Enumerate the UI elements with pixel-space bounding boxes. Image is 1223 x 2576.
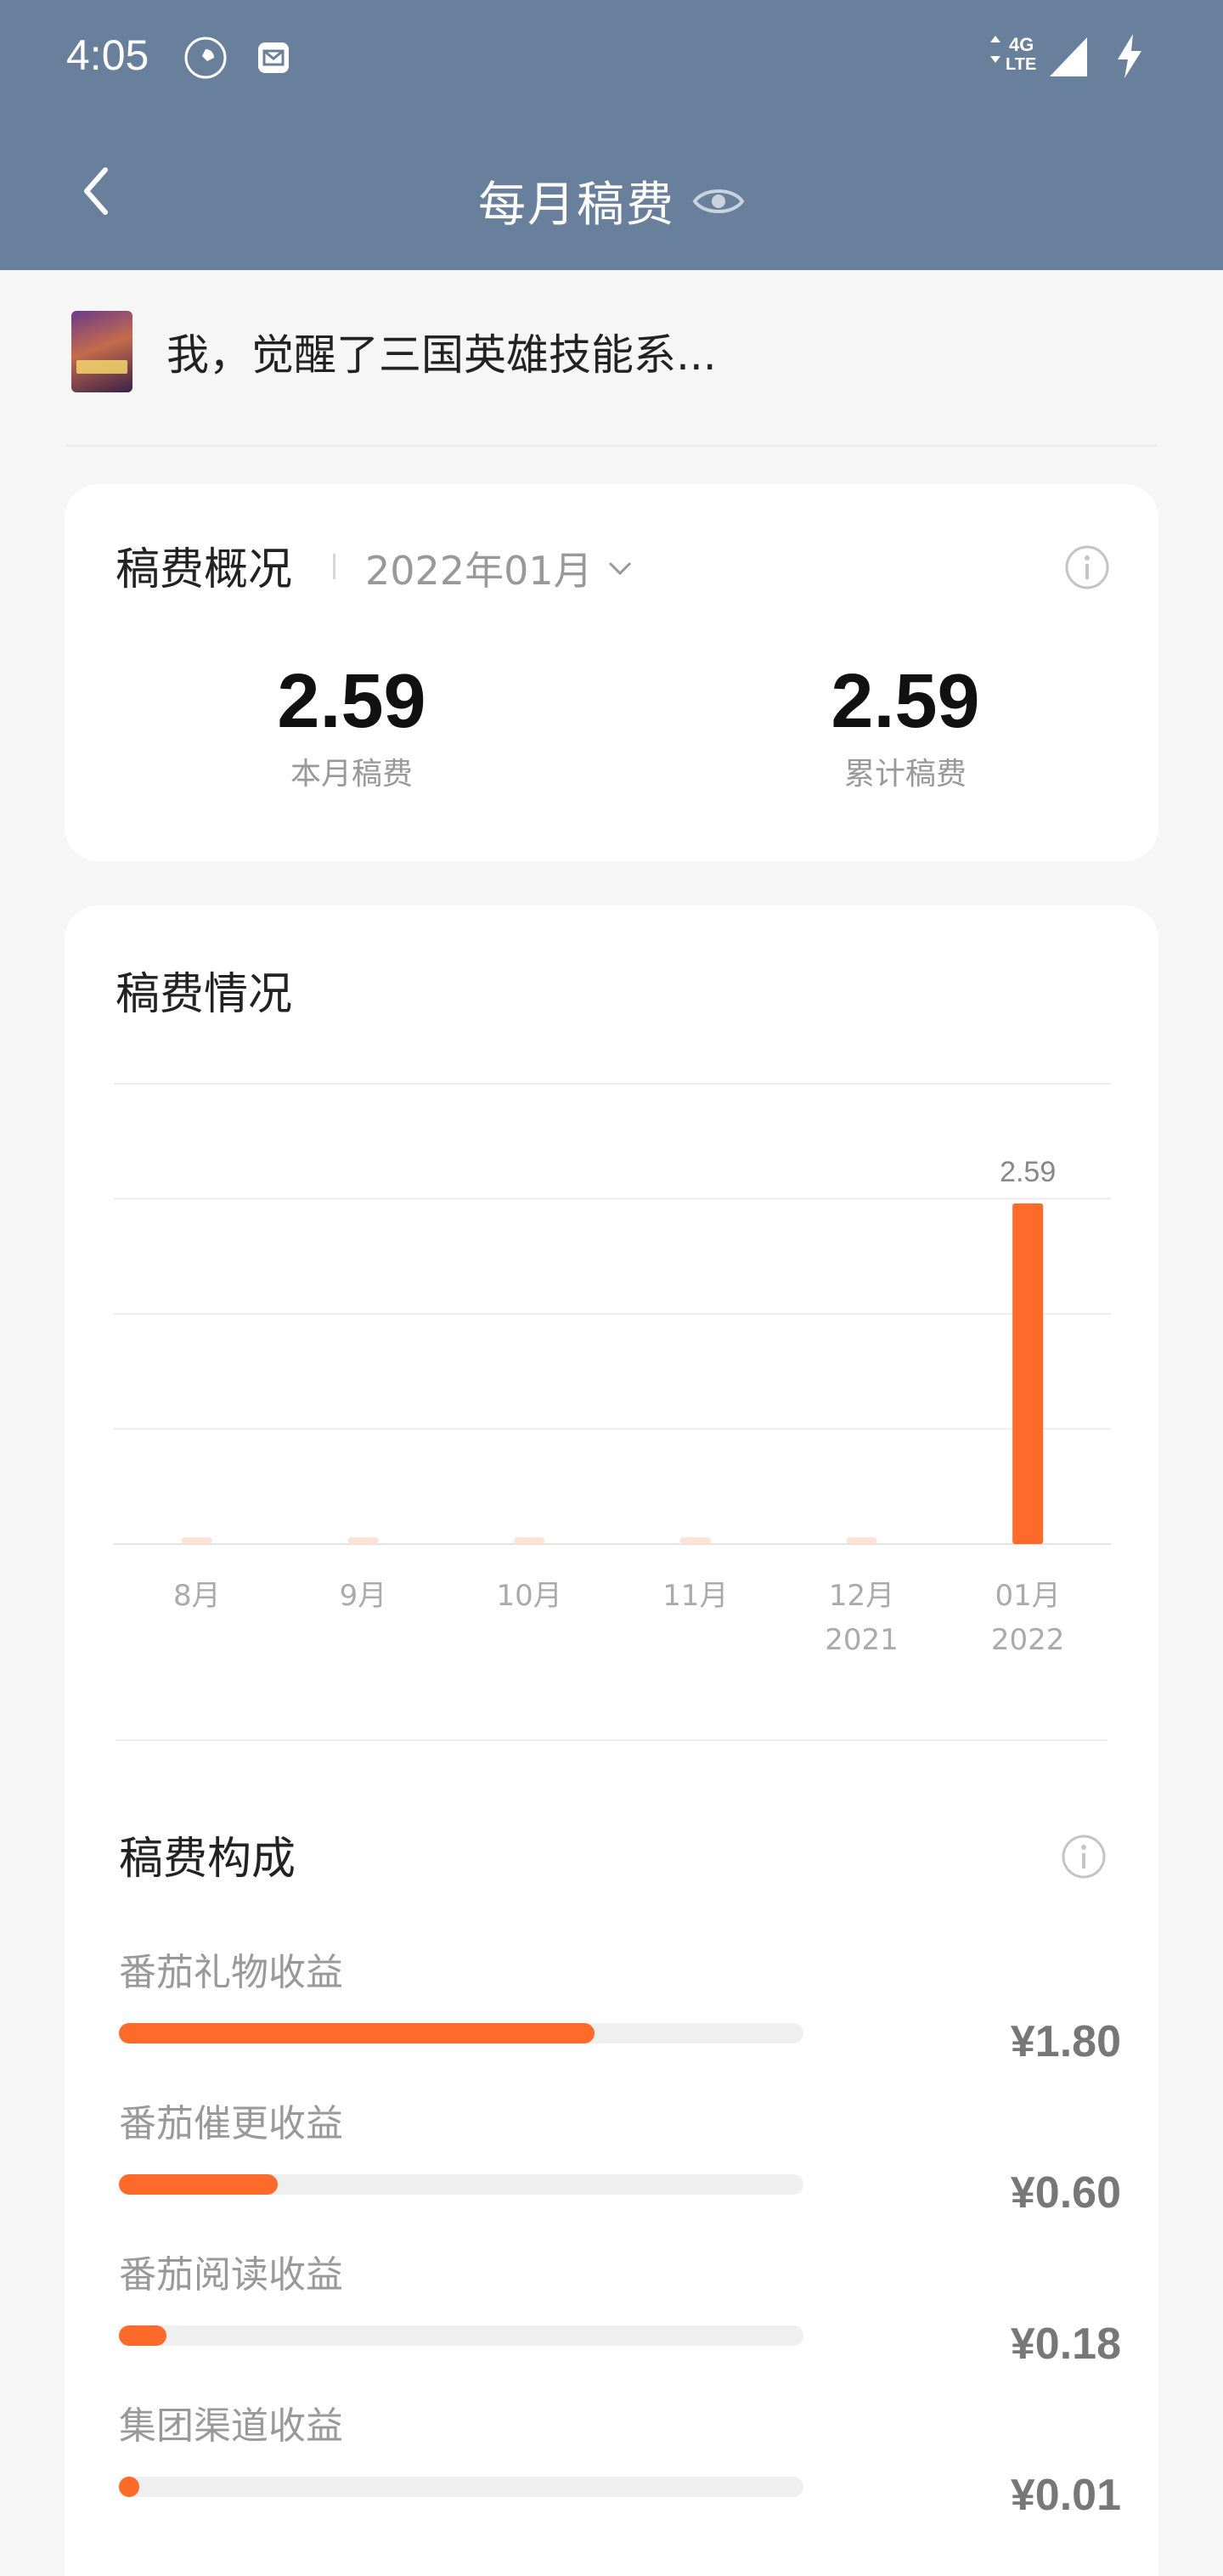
- breakdown-item-urge: 番茄催更收益 ¥0.60: [119, 2093, 1121, 2237]
- info-icon[interactable]: [1063, 544, 1111, 591]
- stat-value: 2.59: [831, 659, 980, 744]
- breakdown-item-channel: 集团渠道收益 ¥0.01: [119, 2395, 1121, 2539]
- breakdown-track: [119, 2325, 803, 2346]
- chart-bar[interactable]: [1012, 1203, 1044, 1544]
- page-title-bar: 每月稿费: [0, 166, 1223, 235]
- network-4g-icon: 4G LTE: [990, 34, 1036, 74]
- book-cover: [71, 311, 132, 392]
- stat-label: 累计稿费: [843, 757, 967, 792]
- divider: [66, 445, 1157, 447]
- breakdown-value: ¥0.01: [1010, 2471, 1121, 2520]
- overview-card: 稿费概况 2022年01月 2.59 本月稿费 2.59 累计稿费: [65, 484, 1158, 861]
- chart-tick-label: 10月: [497, 1579, 562, 1613]
- breakdown-label: 番茄催更收益: [119, 2102, 343, 2145]
- earnings-card: 稿费情况 8月 9月 10月 11月 12月 2021 2.59 01月 2022 稿费构成 番…: [65, 905, 1158, 2576]
- divider: [116, 1739, 1107, 1741]
- chart-tick-label: 01月: [995, 1579, 1061, 1613]
- chart-bar[interactable]: [846, 1537, 877, 1544]
- breakdown-value: ¥0.18: [1010, 2320, 1121, 2369]
- page-title: 每月稿费: [478, 178, 675, 233]
- month-selector[interactable]: 2022年01月: [365, 540, 634, 596]
- breakdown-fill: [119, 2477, 139, 2497]
- month-selector-value: 2022年01月: [365, 548, 593, 594]
- overview-heading: 稿费概况: [116, 544, 293, 595]
- breakdown-track: [119, 2477, 803, 2497]
- breakdown-label: 集团渠道收益: [119, 2404, 343, 2448]
- chart-bar[interactable]: [347, 1537, 379, 1544]
- chevron-down-icon: [608, 561, 631, 576]
- chart-tick-label: 8月: [173, 1579, 221, 1613]
- heading-separator: [333, 554, 335, 579]
- breakdown-value: ¥1.80: [1010, 2017, 1121, 2066]
- breakdown-label: 番茄礼物收益: [119, 1951, 343, 1994]
- svg-text:4G: 4G: [1009, 34, 1034, 55]
- chart-bar[interactable]: [514, 1537, 545, 1544]
- earnings-bar-chart: 8月 9月 10月 11月 12月 2021 2.59 01月 2022: [114, 1083, 1111, 1657]
- chart-tick-label: 12月: [829, 1579, 894, 1613]
- breakdown-fill: [119, 2325, 166, 2346]
- chart-tick-label: 9月: [340, 1579, 387, 1613]
- breakdown-label: 番茄阅读收益: [119, 2253, 343, 2297]
- breakdown-fill: [119, 2023, 595, 2043]
- breakdown-item-gift: 番茄礼物收益 ¥1.80: [119, 1942, 1121, 2086]
- rocket-icon: [184, 37, 227, 79]
- stat-value: 2.59: [277, 659, 426, 744]
- chart-bar[interactable]: [679, 1537, 711, 1544]
- charging-icon: [1118, 34, 1141, 78]
- mail-icon: [258, 42, 289, 73]
- breakdown-heading: 稿费构成: [119, 1834, 296, 1885]
- breakdown-item-reading: 番茄阅读收益 ¥0.18: [119, 2244, 1121, 2388]
- info-icon[interactable]: [1060, 1833, 1107, 1880]
- app-header: 4:05 4G LTE 每月稿费: [0, 0, 1223, 270]
- chart-data-label: 2.59: [1000, 1156, 1056, 1188]
- chart-bar[interactable]: [181, 1537, 212, 1544]
- chart-tick-label: 2021: [825, 1623, 899, 1657]
- breakdown-track: [119, 2023, 803, 2043]
- status-bar: 4:05 4G LTE: [0, 0, 1223, 119]
- stat-this-month: 2.59 本月稿费: [182, 659, 521, 793]
- chart-tick-label: 11月: [662, 1579, 728, 1613]
- breakdown-track: [119, 2174, 803, 2195]
- eye-icon[interactable]: [692, 184, 745, 218]
- svg-text:LTE: LTE: [1006, 55, 1036, 74]
- breakdown-value: ¥0.60: [1010, 2168, 1121, 2218]
- book-row[interactable]: 我，觉醒了三国英雄技能系...: [0, 270, 1223, 448]
- status-time: 4:05: [66, 31, 149, 79]
- chart-tick-label: 2022: [991, 1623, 1065, 1657]
- stat-cumulative: 2.59 累计稿费: [735, 659, 1075, 793]
- book-title: 我，觉醒了三国英雄技能系...: [166, 330, 717, 380]
- stat-label: 本月稿费: [290, 757, 413, 792]
- breakdown-fill: [119, 2174, 278, 2195]
- signal-icon: [1050, 37, 1087, 76]
